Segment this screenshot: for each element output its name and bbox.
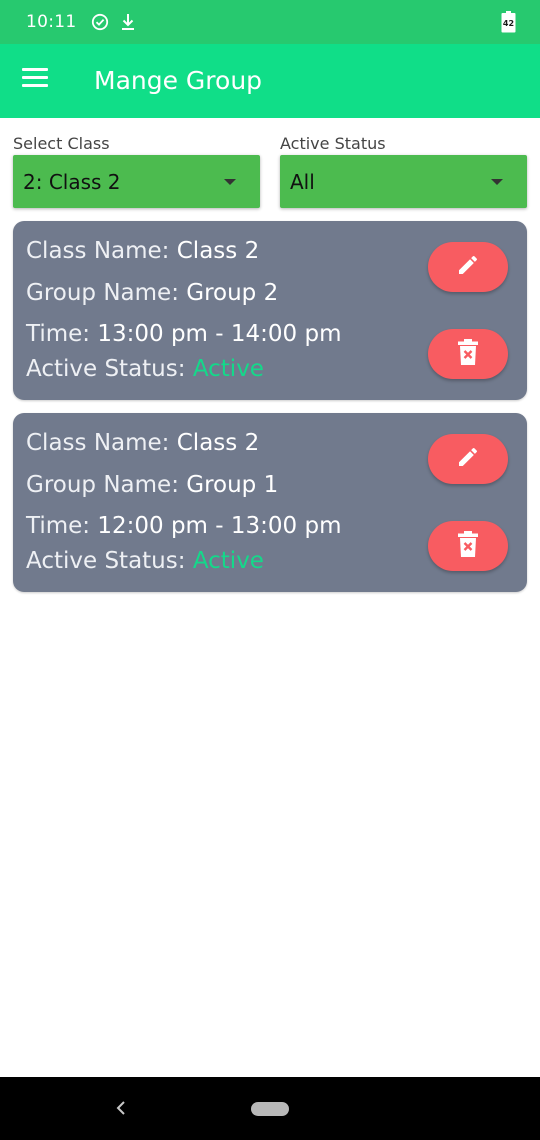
active-status-label: Active Status: <box>26 548 186 574</box>
svg-text:42: 42 <box>503 19 514 28</box>
group-name-value: Group 2 <box>186 280 279 306</box>
active-status-line: Active Status: Active <box>26 548 264 574</box>
battery-icon: 42 <box>501 11 516 33</box>
app-bar: Mange Group <box>0 44 540 118</box>
select-class-dropdown[interactable]: 2: Class 2 <box>13 155 260 208</box>
delete-button[interactable] <box>428 329 508 379</box>
class-name-value: Class 2 <box>176 430 260 456</box>
group-name-label: Group Name: <box>26 472 179 498</box>
time-value: 13:00 pm - 14:00 pm <box>97 321 342 347</box>
class-name-line: Class Name: Class 2 <box>26 430 259 456</box>
time-label: Time: <box>26 321 91 347</box>
trash-x-icon <box>456 338 480 371</box>
class-name-line: Class Name: Class 2 <box>26 238 259 264</box>
time-label: Time: <box>26 513 91 539</box>
active-status-value: All <box>290 169 315 194</box>
group-name-line: Group Name: Group 1 <box>26 472 278 498</box>
download-icon <box>121 13 135 31</box>
group-name-label: Group Name: <box>26 280 179 306</box>
active-status-label: Active Status <box>280 134 386 153</box>
active-status-label: Active Status: <box>26 356 186 382</box>
status-bar: 10:11 42 <box>0 0 540 44</box>
class-name-label: Class Name: <box>26 430 170 456</box>
group-card: Class Name: Class 2 Group Name: Group 2 … <box>13 221 527 400</box>
group-name-line: Group Name: Group 2 <box>26 280 278 306</box>
page-title: Mange Group <box>94 66 263 95</box>
class-name-value: Class 2 <box>176 238 260 264</box>
class-name-label: Class Name: <box>26 238 170 264</box>
delete-button[interactable] <box>428 521 508 571</box>
edit-button[interactable] <box>428 434 508 484</box>
active-status-line: Active Status: Active <box>26 356 264 382</box>
check-circle-icon <box>91 13 109 31</box>
time-line: Time: 12:00 pm - 13:00 pm <box>26 513 341 539</box>
system-nav-bar <box>0 1077 540 1140</box>
select-class-label: Select Class <box>13 134 110 153</box>
trash-x-icon <box>456 530 480 563</box>
group-card: Class Name: Class 2 Group Name: Group 1 … <box>13 413 527 592</box>
active-status-value: Active <box>192 548 264 574</box>
edit-button[interactable] <box>428 242 508 292</box>
time-value: 12:00 pm - 13:00 pm <box>97 513 342 539</box>
group-name-value: Group 1 <box>186 472 279 498</box>
hamburger-icon[interactable] <box>22 68 50 94</box>
chevron-down-icon <box>491 179 503 185</box>
status-time: 10:11 <box>26 12 77 32</box>
active-status-value: Active <box>192 356 264 382</box>
pencil-icon <box>456 445 480 474</box>
back-icon[interactable] <box>112 1097 132 1119</box>
home-pill[interactable] <box>251 1102 289 1116</box>
time-line: Time: 13:00 pm - 14:00 pm <box>26 321 341 347</box>
select-class-value: 2: Class 2 <box>23 169 121 194</box>
pencil-icon <box>456 253 480 282</box>
active-status-dropdown[interactable]: All <box>280 155 527 208</box>
chevron-down-icon <box>224 179 236 185</box>
